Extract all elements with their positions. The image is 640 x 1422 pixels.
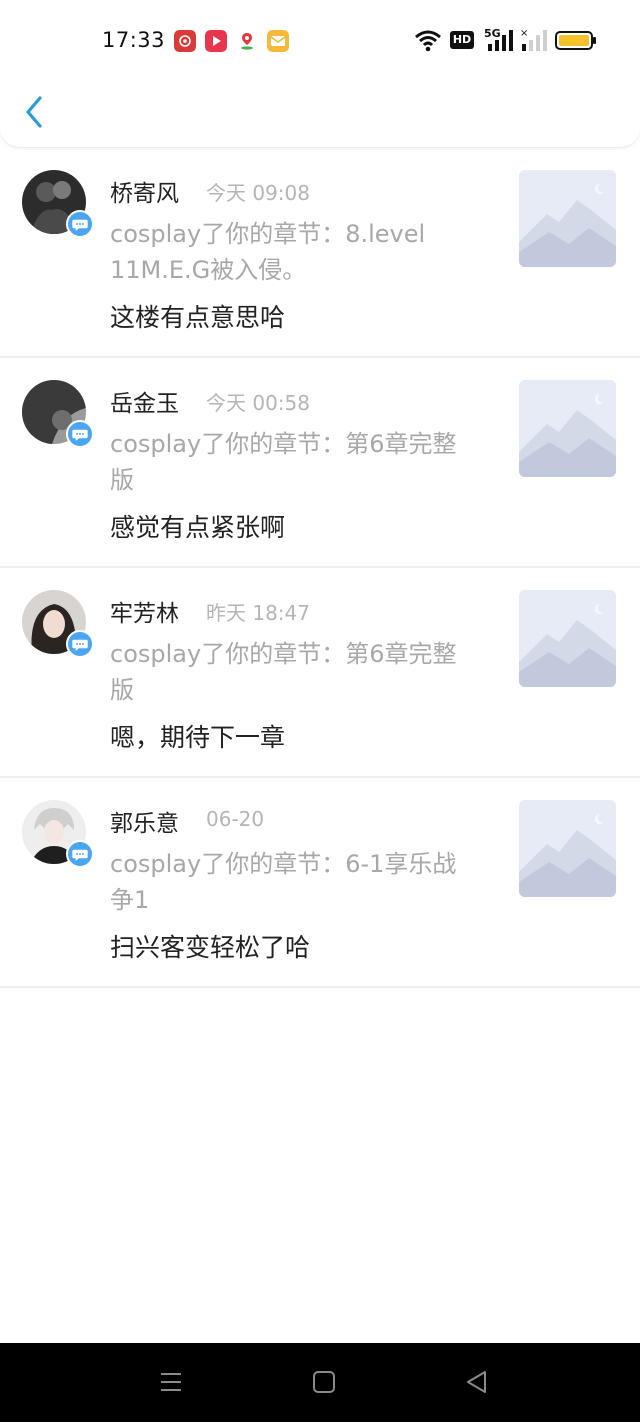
message-badge-icon <box>66 630 94 658</box>
list-item[interactable]: 桥寄风 今天 09:08 cosplay了你的章节：8.level 11M.E.… <box>0 148 640 358</box>
chapter-thumbnail[interactable] <box>519 380 616 477</box>
timestamp: 今天 09:08 <box>206 181 310 205</box>
username[interactable]: 郭乐意 <box>110 804 179 838</box>
mail-app-icon <box>267 30 289 52</box>
map-pin-app-icon <box>236 30 258 52</box>
timestamp: 06-20 <box>206 807 265 831</box>
reply-text: 扫兴客变轻松了哈 <box>110 933 311 962</box>
username[interactable]: 桥寄风 <box>110 174 179 208</box>
signal-strength-icon <box>488 30 513 51</box>
reply-text: 这楼有点意思哈 <box>110 303 286 332</box>
flower-app-icon <box>174 30 196 52</box>
username[interactable]: 岳金玉 <box>110 384 179 418</box>
back-button[interactable] <box>18 92 54 132</box>
battery-icon <box>555 31 596 50</box>
list-item[interactable]: 郭乐意 06-20 cosplay了你的章节：6-1享乐战争1 扫兴客变轻松了哈 <box>0 778 640 988</box>
reply-text: 感觉有点紧张啊 <box>110 513 286 542</box>
hd-badge: HD <box>450 31 474 49</box>
reply-text: 嗯，期待下一章 <box>110 723 286 752</box>
notification-list: 桥寄风 今天 09:08 cosplay了你的章节：8.level 11M.E.… <box>0 148 640 988</box>
notice-text: cosplay了你的章节：6-1享乐战争1 <box>110 850 457 914</box>
chapter-thumbnail[interactable] <box>519 170 616 267</box>
status-time: 17:33 <box>102 28 166 52</box>
video-app-icon <box>205 30 227 52</box>
timestamp: 今天 00:58 <box>206 391 310 415</box>
wifi-icon <box>415 30 441 52</box>
username[interactable]: 牢芳林 <box>110 594 179 628</box>
chapter-thumbnail[interactable] <box>519 800 616 897</box>
list-item[interactable]: 牢芳林 昨天 18:47 cosplay了你的章节：第6章完整版 嗯，期待下一章 <box>0 568 640 778</box>
chapter-thumbnail[interactable] <box>519 590 616 687</box>
message-badge-icon <box>66 420 94 448</box>
system-nav-bar <box>0 1343 640 1422</box>
notice-text: cosplay了你的章节：第6章完整版 <box>110 430 457 494</box>
timestamp: 昨天 18:47 <box>206 601 310 625</box>
home-square-icon[interactable] <box>311 1369 337 1395</box>
list-item[interactable]: 岳金玉 今天 00:58 cosplay了你的章节：第6章完整版 感觉有点紧张啊 <box>0 358 640 568</box>
notice-text: cosplay了你的章节：第6章完整版 <box>110 640 457 704</box>
status-bar: 17:33 HD 5G × <box>0 0 640 80</box>
signal-no-service-icon: × <box>520 28 547 51</box>
menu-icon[interactable] <box>158 1369 184 1395</box>
message-badge-icon <box>66 210 94 238</box>
svg-text:×: × <box>520 28 528 39</box>
back-triangle-icon[interactable] <box>464 1369 490 1395</box>
message-badge-icon <box>66 840 94 868</box>
notice-text: cosplay了你的章节：8.level 11M.E.G被入侵。 <box>110 220 426 284</box>
